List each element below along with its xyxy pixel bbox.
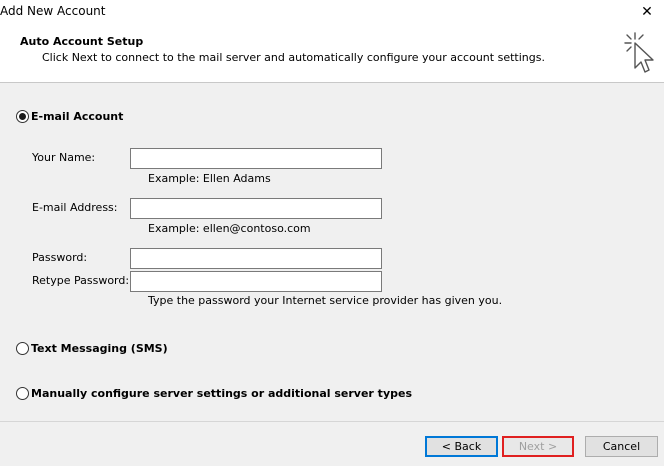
password-hint: Type the password your Internet service … [148,294,503,307]
email-address-input[interactable] [130,198,382,219]
email-account-label[interactable]: E-mail Account [31,110,123,123]
sms-radio[interactable] [16,342,29,355]
retype-password-input[interactable] [130,271,382,292]
email-account-radio[interactable] [16,110,29,123]
footer-divider [0,421,664,422]
title-bar: Add New Account ✕ [0,0,664,24]
retype-password-label: Retype Password: [32,274,130,287]
your-name-input[interactable] [130,148,382,169]
password-input[interactable] [130,248,382,269]
close-icon: ✕ [641,4,653,20]
manual-config-label[interactable]: Manually configure server settings or ad… [31,387,412,400]
back-button[interactable]: < Back [425,436,498,457]
email-address-label: E-mail Address: [32,201,118,214]
manual-config-radio[interactable] [16,387,29,400]
email-address-hint: Example: ellen@contoso.com [148,222,311,235]
wizard-cursor-icon [624,32,654,73]
wizard-header: Auto Account Setup Click Next to connect… [0,24,664,83]
header-title: Auto Account Setup [20,35,144,48]
close-button[interactable]: ✕ [630,0,664,24]
cancel-button[interactable]: Cancel [585,436,658,457]
password-label: Password: [32,251,88,264]
sms-label[interactable]: Text Messaging (SMS) [31,342,168,355]
next-button[interactable]: Next > [502,436,574,457]
your-name-hint: Example: Ellen Adams [148,172,271,185]
your-name-label: Your Name: [32,151,96,164]
window-title: Add New Account [0,4,106,18]
header-subtitle: Click Next to connect to the mail server… [42,51,545,64]
